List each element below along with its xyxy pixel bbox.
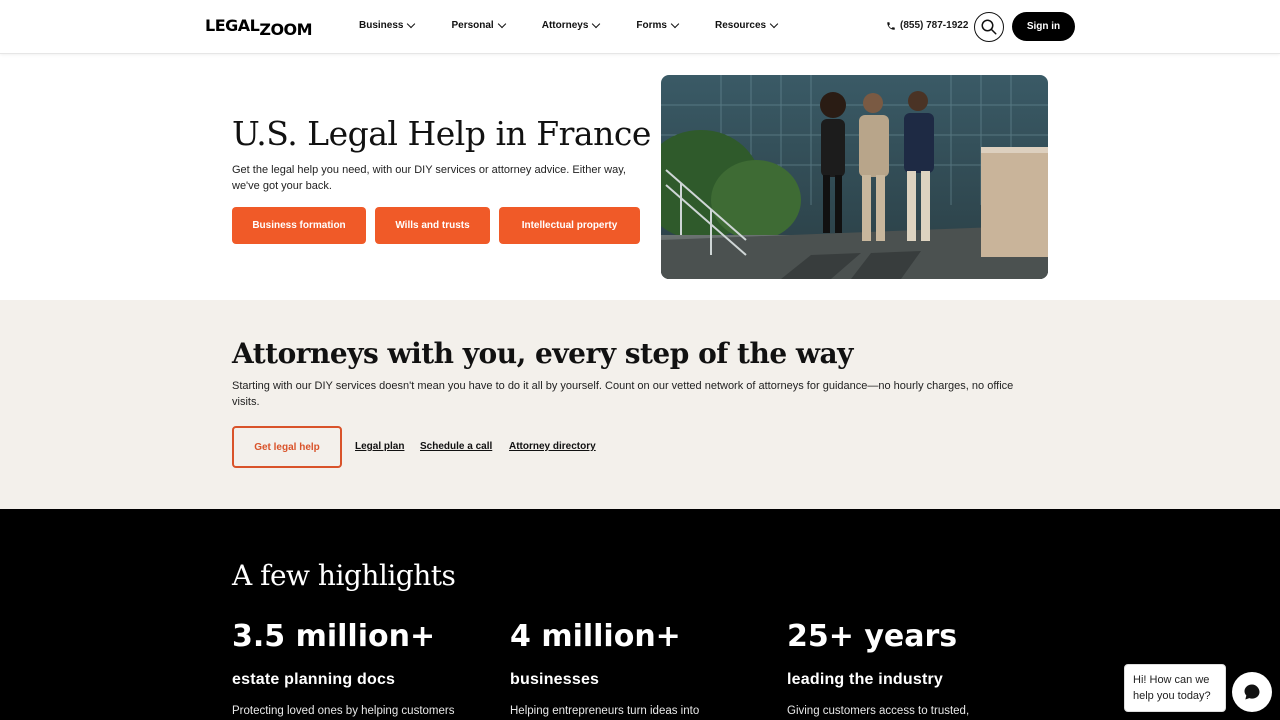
search-icon (981, 19, 997, 35)
chevron-down-icon (670, 19, 680, 28)
get-legal-help-button[interactable]: Get legal help (232, 426, 342, 468)
phone-number: (855) 787-1922 (900, 20, 969, 31)
hero-photo (661, 75, 1048, 279)
chevron-down-icon (769, 19, 779, 28)
highlights-title: A few highlights (232, 559, 456, 592)
chevron-down-icon (407, 19, 416, 28)
chat-launcher-button[interactable] (1232, 672, 1272, 712)
attorneys-section: Attorneys with you, every step of the wa… (0, 300, 1280, 509)
stat-label: leading the industry (787, 671, 944, 688)
stat-label: estate planning docs (232, 671, 396, 688)
stat-description: Helping entrepreneurs turn ideas into (510, 705, 700, 717)
stat-description: Protecting loved ones by helping custome… (232, 705, 455, 717)
stat-description: Giving customers access to trusted, (787, 705, 970, 717)
nav-resources[interactable]: Resources (714, 19, 779, 31)
stat-estate-planning: 3.5 million+ estate planning docs Protec… (232, 619, 454, 717)
nav-personal-label: Personal (451, 20, 494, 31)
legal-plan-link[interactable]: Legal plan (355, 441, 404, 452)
chevron-down-icon (497, 19, 506, 28)
wills-and-trusts-button[interactable]: Wills and trusts (375, 207, 490, 244)
schedule-a-call-link[interactable]: Schedule a call (420, 441, 492, 452)
nav-business[interactable]: Business (359, 19, 416, 31)
sign-in-button[interactable]: Sign in (1012, 12, 1075, 41)
attorney-directory-link[interactable]: Attorney directory (509, 441, 596, 452)
nav-personal[interactable]: Personal (451, 19, 506, 31)
nav-attorneys-label: Attorneys (541, 20, 589, 31)
nav-resources-label: Resources (714, 20, 767, 31)
legalzoom-logo[interactable]: LEGALZOOM (205, 16, 313, 39)
search-button[interactable] (974, 12, 1004, 42)
stat-number: 4 million+ (510, 619, 681, 654)
highlights-section: A few highlights 3.5 million+ estate pla… (0, 509, 1280, 720)
attorneys-subtitle: Starting with our DIY services doesn't m… (232, 380, 1014, 408)
nav-forms-label: Forms (636, 20, 667, 31)
stat-number: 3.5 million+ (232, 619, 436, 654)
phone-icon (887, 21, 895, 30)
logo-part-legal: LEGAL (205, 16, 260, 35)
main-nav: Business Personal Attorneys Forms Resour… (359, 19, 779, 31)
nav-attorneys[interactable]: Attorneys (541, 19, 601, 31)
hero-section: U.S. Legal Help in France Get the legal … (0, 54, 1280, 300)
stat-businesses: 4 million+ businesses Helping entreprene… (510, 619, 699, 717)
stat-label: businesses (510, 671, 600, 688)
nav-business-label: Business (359, 20, 404, 31)
stat-years: 25+ years leading the industry Giving cu… (787, 619, 969, 717)
attorneys-title: Attorneys with you, every step of the wa… (232, 337, 853, 370)
hero-title: U.S. Legal Help in France (232, 114, 651, 153)
chevron-down-icon (592, 19, 601, 28)
site-header: LEGALZOOM Business Personal Attorneys Fo… (0, 0, 1280, 54)
logo-part-zoom: ZOOM (259, 20, 313, 39)
nav-forms[interactable]: Forms (636, 19, 680, 31)
hero-subtitle: Get the legal help you need, with our DI… (232, 164, 626, 192)
stat-number: 25+ years (787, 619, 958, 654)
business-formation-button[interactable]: Business formation (232, 207, 366, 244)
chat-greeting-bubble[interactable]: Hi! How can we help you today? (1124, 664, 1226, 712)
chat-icon (1244, 684, 1260, 700)
phone-link[interactable]: (855) 787-1922 (886, 20, 968, 31)
intellectual-property-button[interactable]: Intellectual property (499, 207, 640, 244)
